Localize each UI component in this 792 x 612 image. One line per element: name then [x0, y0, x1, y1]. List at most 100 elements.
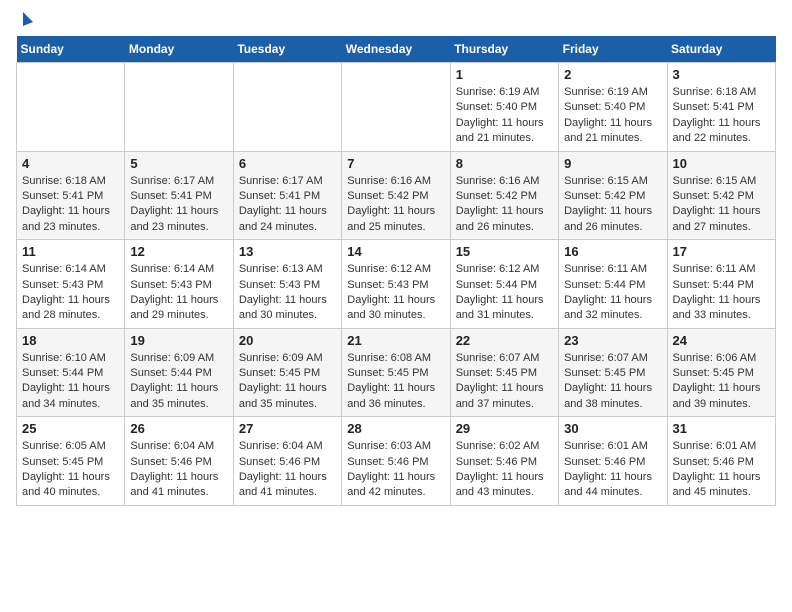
day-content: Sunrise: 6:03 AM Sunset: 5:46 PM Dayligh…: [347, 439, 444, 501]
calendar-cell: 20 Sunrise: 6:09 AM Sunset: 5:45 PM Dayli…: [233, 328, 341, 417]
day-content: Sunrise: 6:04 AM Sunset: 5:46 PM Dayligh…: [130, 439, 227, 501]
calendar-cell: 23 Sunrise: 6:07 AM Sunset: 5:45 PM Dayli…: [559, 328, 667, 417]
day-number: 18: [22, 333, 119, 348]
day-content: Sunrise: 6:04 AM Sunset: 5:46 PM Dayligh…: [239, 439, 336, 501]
day-number: 13: [239, 244, 336, 259]
day-header-wednesday: Wednesday: [342, 36, 450, 63]
logo: [16, 16, 33, 26]
day-number: 30: [564, 421, 661, 436]
day-header-monday: Monday: [125, 36, 233, 63]
calendar-cell: 17 Sunrise: 6:11 AM Sunset: 5:44 PM Dayli…: [667, 240, 775, 329]
logo-arrow-icon: [23, 12, 33, 26]
day-header-tuesday: Tuesday: [233, 36, 341, 63]
calendar-cell: 3 Sunrise: 6:18 AM Sunset: 5:41 PM Daylig…: [667, 63, 775, 152]
calendar-cell: 10 Sunrise: 6:15 AM Sunset: 5:42 PM Dayli…: [667, 151, 775, 240]
calendar-cell: 1 Sunrise: 6:19 AM Sunset: 5:40 PM Daylig…: [450, 63, 558, 152]
day-number: 4: [22, 156, 119, 171]
day-number: 7: [347, 156, 444, 171]
day-number: 10: [673, 156, 770, 171]
day-number: 11: [22, 244, 119, 259]
calendar-cell: 8 Sunrise: 6:16 AM Sunset: 5:42 PM Daylig…: [450, 151, 558, 240]
calendar-cell: 12Sunrise: 6:14 AM Sunset: 5:43 PM Dayli…: [125, 240, 233, 329]
calendar-cell: [17, 63, 125, 152]
page-header: [16, 16, 776, 26]
calendar-cell: 28 Sunrise: 6:03 AM Sunset: 5:46 PM Dayli…: [342, 417, 450, 506]
calendar-cell: 18Sunrise: 6:10 AM Sunset: 5:44 PM Dayli…: [17, 328, 125, 417]
day-content: Sunrise: 6:12 AM Sunset: 5:44 PM Dayligh…: [456, 262, 553, 324]
calendar-cell: 2 Sunrise: 6:19 AM Sunset: 5:40 PM Daylig…: [559, 63, 667, 152]
day-content: Sunrise: 6:16 AM Sunset: 5:42 PM Dayligh…: [456, 174, 553, 236]
day-number: 17: [673, 244, 770, 259]
calendar-cell: 27 Sunrise: 6:04 AM Sunset: 5:46 PM Dayli…: [233, 417, 341, 506]
day-header-sunday: Sunday: [17, 36, 125, 63]
day-number: 24: [673, 333, 770, 348]
day-number: 27: [239, 421, 336, 436]
day-number: 3: [673, 67, 770, 82]
calendar-week-row: 25Sunrise: 6:05 AM Sunset: 5:45 PM Dayli…: [17, 417, 776, 506]
calendar-table: SundayMondayTuesdayWednesdayThursdayFrid…: [16, 36, 776, 506]
calendar-cell: [342, 63, 450, 152]
day-content: Sunrise: 6:07 AM Sunset: 5:45 PM Dayligh…: [564, 351, 661, 413]
calendar-cell: 14 Sunrise: 6:12 AM Sunset: 5:43 PM Dayli…: [342, 240, 450, 329]
calendar-cell: 6 Sunrise: 6:17 AM Sunset: 5:41 PM Daylig…: [233, 151, 341, 240]
day-number: 29: [456, 421, 553, 436]
day-content: Sunrise: 6:11 AM Sunset: 5:44 PM Dayligh…: [673, 262, 770, 324]
day-number: 26: [130, 421, 227, 436]
day-content: Sunrise: 6:17 AM Sunset: 5:41 PM Dayligh…: [239, 174, 336, 236]
calendar-cell: 31 Sunrise: 6:01 AM Sunset: 5:46 PM Dayli…: [667, 417, 775, 506]
calendar-cell: 5 Sunrise: 6:17 AM Sunset: 5:41 PM Daylig…: [125, 151, 233, 240]
day-content: Sunrise: 6:07 AM Sunset: 5:45 PM Dayligh…: [456, 351, 553, 413]
day-content: Sunrise: 6:18 AM Sunset: 5:41 PM Dayligh…: [22, 174, 119, 236]
day-number: 15: [456, 244, 553, 259]
day-content: Sunrise: 6:15 AM Sunset: 5:42 PM Dayligh…: [564, 174, 661, 236]
day-content: Sunrise: 6:01 AM Sunset: 5:46 PM Dayligh…: [673, 439, 770, 501]
day-number: 6: [239, 156, 336, 171]
day-number: 9: [564, 156, 661, 171]
calendar-week-row: 4 Sunrise: 6:18 AM Sunset: 5:41 PM Daylig…: [17, 151, 776, 240]
day-content: Sunrise: 6:19 AM Sunset: 5:40 PM Dayligh…: [564, 85, 661, 147]
day-content: Sunrise: 6:12 AM Sunset: 5:43 PM Dayligh…: [347, 262, 444, 324]
calendar-cell: 7Sunrise: 6:16 AM Sunset: 5:42 PM Daylig…: [342, 151, 450, 240]
day-number: 21: [347, 333, 444, 348]
day-content: Sunrise: 6:06 AM Sunset: 5:45 PM Dayligh…: [673, 351, 770, 413]
day-content: Sunrise: 6:11 AM Sunset: 5:44 PM Dayligh…: [564, 262, 661, 324]
day-header-saturday: Saturday: [667, 36, 775, 63]
calendar-cell: 22 Sunrise: 6:07 AM Sunset: 5:45 PM Dayli…: [450, 328, 558, 417]
calendar-cell: 24 Sunrise: 6:06 AM Sunset: 5:45 PM Dayli…: [667, 328, 775, 417]
day-content: Sunrise: 6:08 AM Sunset: 5:45 PM Dayligh…: [347, 351, 444, 413]
day-content: Sunrise: 6:09 AM Sunset: 5:45 PM Dayligh…: [239, 351, 336, 413]
day-header-thursday: Thursday: [450, 36, 558, 63]
day-content: Sunrise: 6:19 AM Sunset: 5:40 PM Dayligh…: [456, 85, 553, 147]
calendar-cell: 29 Sunrise: 6:02 AM Sunset: 5:46 PM Dayli…: [450, 417, 558, 506]
days-header-row: SundayMondayTuesdayWednesdayThursdayFrid…: [17, 36, 776, 63]
calendar-cell: 9 Sunrise: 6:15 AM Sunset: 5:42 PM Daylig…: [559, 151, 667, 240]
day-content: Sunrise: 6:13 AM Sunset: 5:43 PM Dayligh…: [239, 262, 336, 324]
day-content: Sunrise: 6:18 AM Sunset: 5:41 PM Dayligh…: [673, 85, 770, 147]
day-content: Sunrise: 6:02 AM Sunset: 5:46 PM Dayligh…: [456, 439, 553, 501]
calendar-cell: 4 Sunrise: 6:18 AM Sunset: 5:41 PM Daylig…: [17, 151, 125, 240]
calendar-cell: [233, 63, 341, 152]
calendar-cell: 26 Sunrise: 6:04 AM Sunset: 5:46 PM Dayli…: [125, 417, 233, 506]
day-content: Sunrise: 6:15 AM Sunset: 5:42 PM Dayligh…: [673, 174, 770, 236]
calendar-cell: 21 Sunrise: 6:08 AM Sunset: 5:45 PM Dayli…: [342, 328, 450, 417]
day-number: 28: [347, 421, 444, 436]
day-number: 25: [22, 421, 119, 436]
day-content: Sunrise: 6:09 AM Sunset: 5:44 PM Dayligh…: [130, 351, 227, 413]
day-content: Sunrise: 6:01 AM Sunset: 5:46 PM Dayligh…: [564, 439, 661, 501]
day-number: 23: [564, 333, 661, 348]
day-number: 20: [239, 333, 336, 348]
day-header-friday: Friday: [559, 36, 667, 63]
calendar-cell: [125, 63, 233, 152]
calendar-cell: 25Sunrise: 6:05 AM Sunset: 5:45 PM Dayli…: [17, 417, 125, 506]
calendar-cell: 19Sunrise: 6:09 AM Sunset: 5:44 PM Dayli…: [125, 328, 233, 417]
day-number: 2: [564, 67, 661, 82]
day-number: 1: [456, 67, 553, 82]
day-number: 8: [456, 156, 553, 171]
day-number: 5: [130, 156, 227, 171]
day-number: 31: [673, 421, 770, 436]
day-number: 14: [347, 244, 444, 259]
calendar-cell: 16Sunrise: 6:11 AM Sunset: 5:44 PM Dayli…: [559, 240, 667, 329]
day-content: Sunrise: 6:17 AM Sunset: 5:41 PM Dayligh…: [130, 174, 227, 236]
calendar-cell: 13 Sunrise: 6:13 AM Sunset: 5:43 PM Dayli…: [233, 240, 341, 329]
day-number: 22: [456, 333, 553, 348]
